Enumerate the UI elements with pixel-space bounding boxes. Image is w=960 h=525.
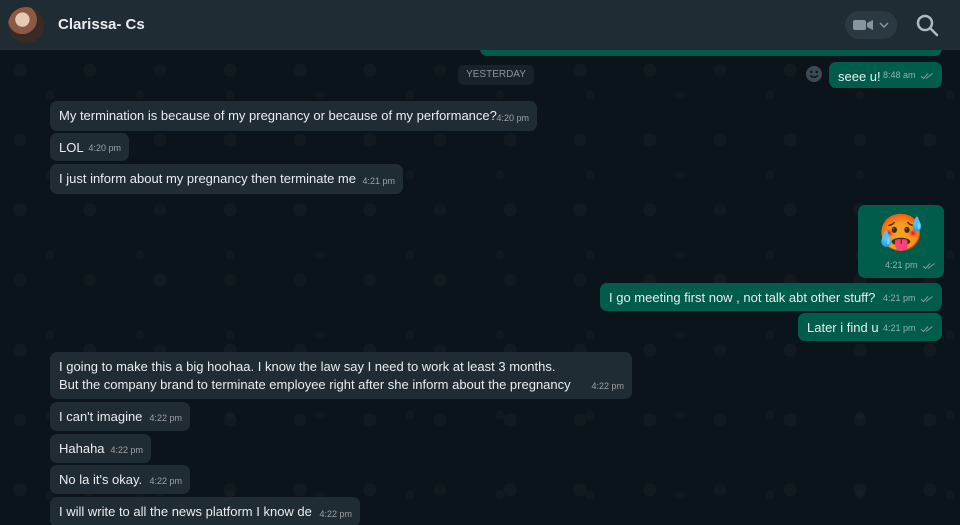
- emoji-reaction-icon[interactable]: [805, 65, 823, 83]
- message-time: 4:20 pm: [496, 113, 529, 123]
- message-text: I go meeting first now , not talk abt ot…: [609, 290, 876, 305]
- message-bubble[interactable]: I go meeting first now , not talk abt ot…: [600, 283, 942, 311]
- message-time: 4:22 pm: [149, 476, 182, 486]
- message-meta: 4:21 pm: [885, 256, 936, 274]
- message-text: seee u!: [838, 69, 881, 84]
- message-text: LOL: [59, 140, 84, 155]
- message-meta: 4:21 pm: [883, 319, 934, 337]
- avatar[interactable]: [8, 7, 44, 43]
- chat-header: Clarissa- Cs: [0, 0, 960, 50]
- message-bubble[interactable]: LOL 4:20 pm: [50, 133, 129, 161]
- message-bubble[interactable]: My termination is because of my pregnanc…: [50, 101, 537, 131]
- message-text: My termination is because of my pregnanc…: [59, 108, 497, 123]
- emoji-message: 🥵: [878, 212, 924, 253]
- chevron-down-icon: [879, 22, 889, 28]
- message-time: 4:21 pm: [882, 293, 916, 303]
- message-time: 4:22 pm: [110, 445, 143, 455]
- message-meta: 8:48 am: [883, 66, 934, 84]
- date-divider: YESTERDAY: [458, 65, 534, 85]
- video-camera-icon: [853, 20, 873, 30]
- message-list[interactable]: YESTERDAY seee u! 8:48 am My termination…: [0, 50, 960, 525]
- message-bubble[interactable]: I will write to all the news platform I …: [50, 497, 360, 525]
- message-bubble[interactable]: Hahaha 4:22 pm: [50, 434, 151, 463]
- double-check-icon: [922, 262, 935, 269]
- message-bubble[interactable]: I going to make this a big hoohaa. I kno…: [50, 352, 632, 399]
- message-bubble[interactable]: seee u! 8:48 am: [829, 62, 942, 88]
- message-bubble[interactable]: 🥵 4:21 pm: [858, 205, 944, 278]
- message-bubble[interactable]: I can't imagine 4:22 pm: [50, 402, 190, 431]
- message-time: 8:48 am: [882, 70, 916, 80]
- message-time: 4:22 pm: [149, 413, 182, 423]
- message-text: I going to make this a big hoohaa. I kno…: [59, 359, 571, 392]
- message-meta: 4:21 pm: [883, 289, 934, 307]
- message-bubble[interactable]: Later i find u 4:21 pm: [798, 313, 942, 341]
- message-text: Later i find u: [807, 320, 879, 335]
- message-time: 4:21 pm: [362, 176, 395, 186]
- message-bubble-partial[interactable]: [480, 50, 942, 56]
- message-time: 4:22 pm: [319, 509, 352, 519]
- message-text: I can't imagine: [59, 409, 143, 424]
- contact-name[interactable]: Clarissa- Cs: [58, 16, 145, 33]
- message-text: I just inform about my pregnancy then te…: [59, 171, 356, 186]
- search-icon[interactable]: [914, 12, 940, 38]
- message-time: 4:21 pm: [884, 260, 918, 270]
- message-text: No la it's okay.: [59, 472, 143, 487]
- double-check-icon: [920, 325, 933, 332]
- message-time: 4:20 pm: [88, 143, 121, 153]
- message-time: 4:21 pm: [882, 323, 916, 333]
- message-text: I will write to all the news platform I …: [59, 504, 312, 519]
- message-text: Hahaha: [59, 441, 105, 456]
- double-check-icon: [920, 72, 933, 79]
- message-time: 4:22 pm: [591, 381, 624, 391]
- double-check-icon: [920, 295, 933, 302]
- message-bubble[interactable]: I just inform about my pregnancy then te…: [50, 164, 403, 194]
- video-call-button[interactable]: [845, 11, 897, 39]
- message-bubble[interactable]: No la it's okay. 4:22 pm: [50, 465, 190, 494]
